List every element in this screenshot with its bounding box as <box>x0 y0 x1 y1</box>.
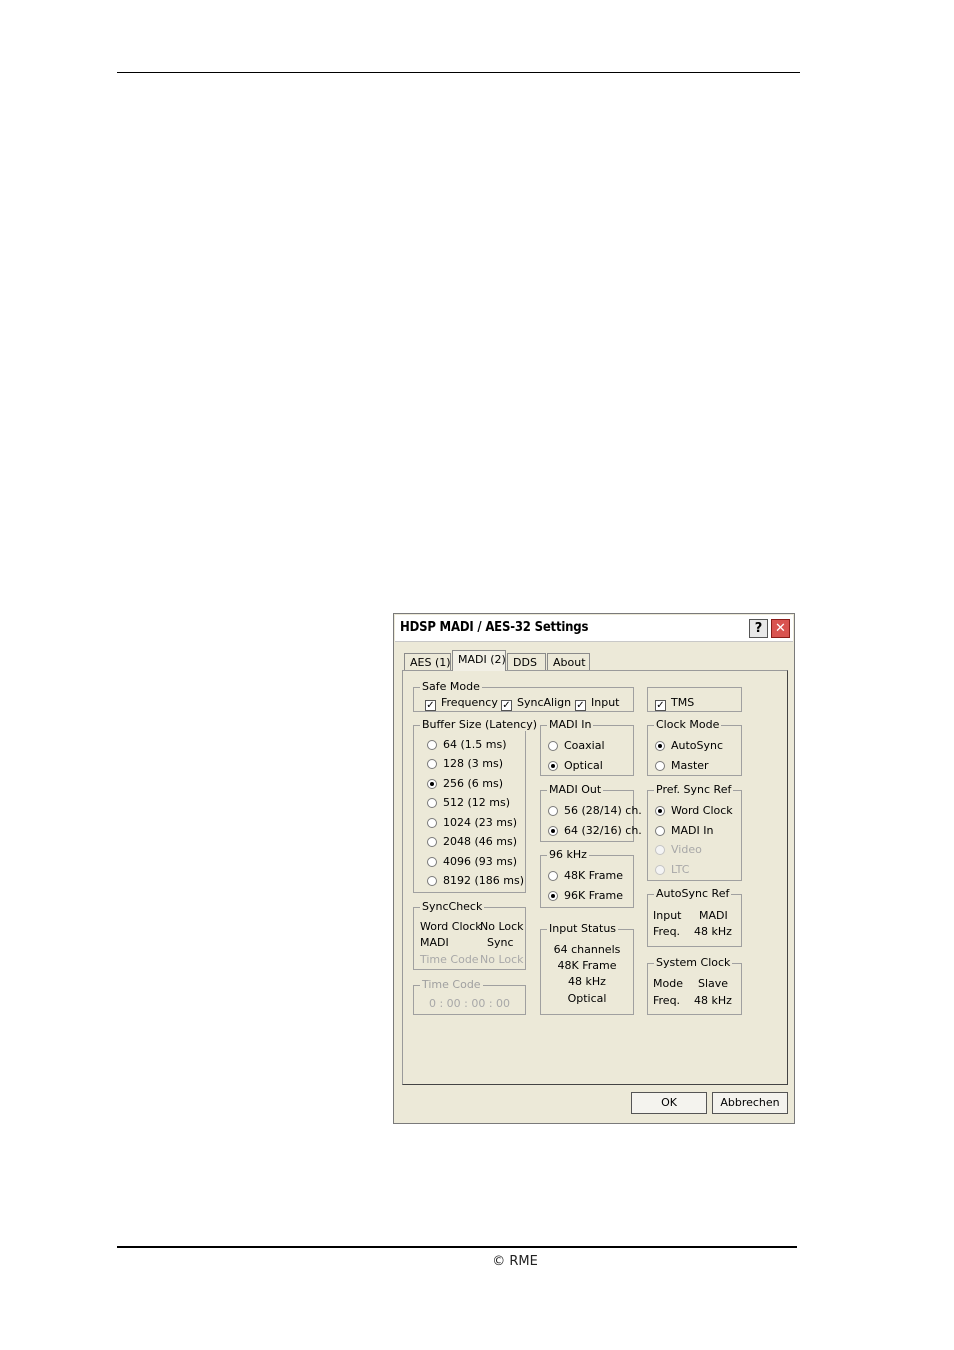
buffer-option[interactable]: 4096 (93 ms) <box>427 855 517 869</box>
madi-out-group: MADI Out 56 (28/14) ch. 64 (32/16) ch. <box>540 783 642 842</box>
radio-selected-icon <box>548 761 558 771</box>
dialog-title: HDSP MADI / AES-32 Settings <box>400 620 589 635</box>
settings-dialog: HDSP MADI / AES-32 Settings ? ✕ AES (1) … <box>393 613 795 1124</box>
header-rule <box>117 72 800 73</box>
tms-checkbox[interactable]: ✓ TMS <box>655 696 694 711</box>
tab-aes-1[interactable]: AES (1) <box>404 653 451 670</box>
checkbox-checked-icon: ✓ <box>501 700 512 711</box>
buffer-option[interactable]: 128 (3 ms) <box>427 757 503 771</box>
system-freq-value: 48 kHz <box>694 994 732 1007</box>
clock-master-radio[interactable]: Master <box>655 759 709 773</box>
time-code-legend: Time Code <box>420 978 483 991</box>
help-button[interactable]: ? <box>749 619 768 638</box>
buffer-option[interactable]: 1024 (23 ms) <box>427 816 517 830</box>
madi-in-group: MADI In Coaxial Optical <box>540 718 634 776</box>
synccheck-name: MADI <box>420 936 449 949</box>
cancel-button[interactable]: Abbrechen <box>712 1092 788 1114</box>
synccheck-value: Sync <box>487 936 514 949</box>
madi-out-legend: MADI Out <box>547 783 604 796</box>
buffer-option[interactable]: 8192 (186 ms) <box>427 874 524 888</box>
radio-selected-icon <box>548 891 558 901</box>
buffer-option[interactable]: 512 (12 ms) <box>427 796 510 810</box>
frequency-checkbox[interactable]: ✓ Frequency <box>425 696 498 711</box>
ok-button[interactable]: OK <box>631 1092 707 1114</box>
system-clock-legend: System Clock <box>654 956 733 969</box>
sync-ltc-radio: LTC <box>655 863 689 877</box>
input-status-line: 64 channels <box>553 943 621 956</box>
tab-madi-2[interactable]: MADI (2) <box>452 650 506 671</box>
madi-out-56-radio[interactable]: 56 (28/14) ch. <box>548 804 642 818</box>
madi-tab-panel: Safe Mode ✓ Frequency ✓ SyncAlign ✓ Input ✓… <box>402 670 788 1085</box>
autosync-input-label: Input <box>653 909 682 922</box>
buffer-option[interactable]: 64 (1.5 ms) <box>427 738 507 752</box>
tab-dds[interactable]: DDS <box>507 653 546 670</box>
system-mode-value: Slave <box>698 977 729 990</box>
input-status-line: Optical <box>567 992 607 1005</box>
close-button[interactable]: ✕ <box>771 619 790 638</box>
checkbox-checked-icon: ✓ <box>575 700 586 711</box>
autosync-ref-legend: AutoSync Ref <box>654 887 732 900</box>
pref-sync-ref-group: Pref. Sync Ref Word Clock MADI In Video … <box>647 783 742 881</box>
safe-mode-group: Safe Mode ✓ Frequency ✓ SyncAlign ✓ Input <box>413 680 634 712</box>
sync-word-clock-radio[interactable]: Word Clock <box>655 804 733 818</box>
time-code-value: 0 : 00 : 00 : 00 <box>428 997 511 1010</box>
buffer-option[interactable]: 2048 (46 ms) <box>427 835 517 849</box>
khz96-legend: 96 kHz <box>547 848 589 861</box>
system-clock-group: System Clock Mode Slave Freq. 48 kHz <box>647 956 742 1015</box>
synccheck-value: No Lock <box>480 953 524 966</box>
input-status-group: Input Status 64 channels 48K Frame 48 kH… <box>540 922 634 1015</box>
sync-video-radio: Video <box>655 843 702 857</box>
synccheck-name: Word Clock <box>420 920 482 933</box>
sync-madi-in-radio[interactable]: MADI In <box>655 824 713 838</box>
autosync-ref-group: AutoSync Ref Input MADI Freq. 48 kHz <box>647 887 742 947</box>
pref-sync-ref-legend: Pref. Sync Ref <box>654 783 734 796</box>
radio-selected-icon <box>655 741 665 751</box>
input-checkbox[interactable]: ✓ Input <box>575 696 619 711</box>
khz96-group: 96 kHz 48K Frame 96K Frame <box>540 848 634 908</box>
checkbox-checked-icon: ✓ <box>655 700 666 711</box>
radio-selected-icon <box>427 779 437 789</box>
copyright-footer: © RME <box>492 1254 538 1269</box>
clock-autosync-radio[interactable]: AutoSync <box>655 739 723 753</box>
frame-48k-radio[interactable]: 48K Frame <box>548 869 623 883</box>
tab-about[interactable]: About <box>547 653 590 670</box>
clock-mode-group: Clock Mode AutoSync Master <box>647 718 742 776</box>
autosync-freq-value: 48 kHz <box>694 925 732 938</box>
frame-96k-radio[interactable]: 96K Frame <box>548 889 623 903</box>
buffer-size-group: Buffer Size (Latency) 64 (1.5 ms) 128 (3… <box>413 718 540 893</box>
madi-in-coaxial-radio[interactable]: Coaxial <box>548 739 605 753</box>
radio-selected-icon <box>548 826 558 836</box>
time-code-group: Time Code 0 : 00 : 00 : 00 <box>413 978 526 1015</box>
synccheck-group: SyncCheck Word Clock No Lock MADI Sync T… <box>413 900 526 970</box>
buffer-size-legend: Buffer Size (Latency) <box>420 718 540 731</box>
input-status-line: 48K Frame <box>557 959 617 972</box>
checkbox-checked-icon: ✓ <box>425 700 436 711</box>
safe-mode-legend: Safe Mode <box>420 680 482 693</box>
title-bar: HDSP MADI / AES-32 Settings ? ✕ <box>395 615 793 642</box>
input-status-legend: Input Status <box>547 922 619 935</box>
input-status-line: 48 kHz <box>568 975 606 988</box>
radio-selected-icon <box>655 806 665 816</box>
syncalign-checkbox[interactable]: ✓ SyncAlign <box>501 696 571 711</box>
autosync-freq-label: Freq. <box>653 925 681 938</box>
synccheck-name: Time Code <box>420 953 479 966</box>
system-mode-label: Mode <box>653 977 683 990</box>
synccheck-legend: SyncCheck <box>420 900 485 913</box>
clock-mode-legend: Clock Mode <box>654 718 722 731</box>
system-freq-label: Freq. <box>653 994 681 1007</box>
tms-group: ✓ TMS <box>647 687 742 712</box>
madi-out-64-radio[interactable]: 64 (32/16) ch. <box>548 824 642 838</box>
madi-in-optical-radio[interactable]: Optical <box>548 759 603 773</box>
madi-in-legend: MADI In <box>547 718 594 731</box>
synccheck-value: No Lock <box>480 920 524 933</box>
footer-rule <box>117 1246 797 1248</box>
autosync-input-value: MADI <box>699 909 728 922</box>
buffer-option[interactable]: 256 (6 ms) <box>427 777 503 791</box>
